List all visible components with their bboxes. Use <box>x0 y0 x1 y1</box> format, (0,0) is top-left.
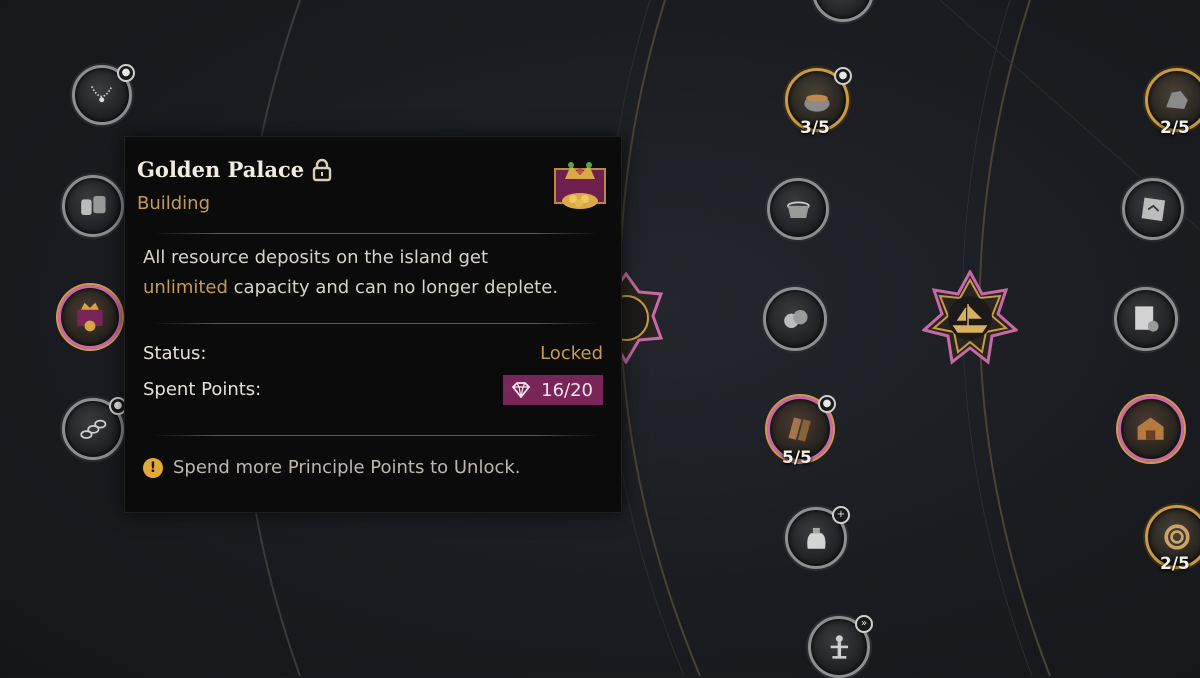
spent-points-row: Spent Points: 16/20 <box>143 375 603 405</box>
flour-sack-icon <box>806 527 826 549</box>
golden-palace-tooltip: Golden Palace Building All resource depo… <box>124 136 622 513</box>
ore-icon <box>1166 91 1188 109</box>
warehouse-node[interactable] <box>1118 396 1184 462</box>
spent-points-value: 16/20 <box>541 379 593 401</box>
golden-palace-node[interactable] <box>58 285 122 349</box>
unlock-hint-text: Spend more Principle Points to Unlock. <box>173 457 521 478</box>
barrels-node[interactable] <box>62 175 124 237</box>
ship-center-node[interactable] <box>922 270 1018 366</box>
golden-palace-crown-icon <box>554 162 606 209</box>
rope-icon <box>1164 524 1190 550</box>
wanted-node[interactable] <box>1114 287 1178 351</box>
plus-badge-icon: + <box>832 506 850 524</box>
washtub-icon <box>786 201 810 218</box>
soccer-badge-icon: ● <box>818 395 836 413</box>
necklace-node[interactable]: ● <box>72 64 135 125</box>
soccer-badge-icon: ● <box>834 67 852 85</box>
status-value: Locked <box>540 343 603 364</box>
divider <box>153 323 599 324</box>
description-part2: capacity and can no longer deplete. <box>227 277 559 298</box>
pottery-count: 3/5 <box>800 118 830 138</box>
coins-icon <box>784 310 808 328</box>
principle-gem-icon <box>511 382 531 398</box>
status-label: Status: <box>143 343 207 364</box>
padlock-icon <box>312 158 332 181</box>
map-node[interactable] <box>1122 178 1184 240</box>
tooltip-description: All resource deposits on the island get … <box>143 243 603 303</box>
description-part1: All resource deposits on the island get <box>143 247 489 268</box>
training-dummy-node[interactable]: » <box>808 615 873 678</box>
spent-points-badge: 16/20 <box>503 375 603 405</box>
chain-node[interactable]: ● <box>62 397 127 460</box>
washtub-node[interactable] <box>767 178 829 240</box>
barrels-icon <box>80 195 106 215</box>
pottery-icon <box>804 94 830 112</box>
spent-points-label: Spent Points: <box>143 379 262 400</box>
soccer-badge-icon: ● <box>117 64 135 82</box>
tooltip-subtitle: Building <box>137 193 211 214</box>
chain-icon <box>79 419 107 439</box>
map-icon <box>1141 197 1165 221</box>
ore-count: 2/5 <box>1160 118 1190 138</box>
divider <box>153 435 599 436</box>
coins-node[interactable] <box>763 287 827 351</box>
rope-count: 2/5 <box>1160 554 1190 574</box>
warehouse-icon <box>1137 417 1165 441</box>
tooltip-title-text: Golden Palace <box>137 157 305 182</box>
fast-forward-badge-icon: » <box>855 615 873 633</box>
training-dummy-icon <box>830 634 848 659</box>
wanted-poster-icon <box>1135 306 1159 332</box>
golden-palace-icon <box>77 302 103 332</box>
cloth-icon <box>788 417 812 443</box>
tooltip-title: Golden Palace <box>137 157 332 182</box>
unlock-hint: ! Spend more Principle Points to Unlock. <box>143 457 521 478</box>
necklace-icon <box>91 86 113 103</box>
divider <box>153 233 599 234</box>
exclamation-icon: ! <box>143 457 163 478</box>
flour-node[interactable]: + <box>785 506 850 569</box>
description-highlight: unlimited <box>143 277 228 298</box>
cloth-count: 5/5 <box>782 448 812 468</box>
status-row: Status: Locked <box>143 343 603 369</box>
